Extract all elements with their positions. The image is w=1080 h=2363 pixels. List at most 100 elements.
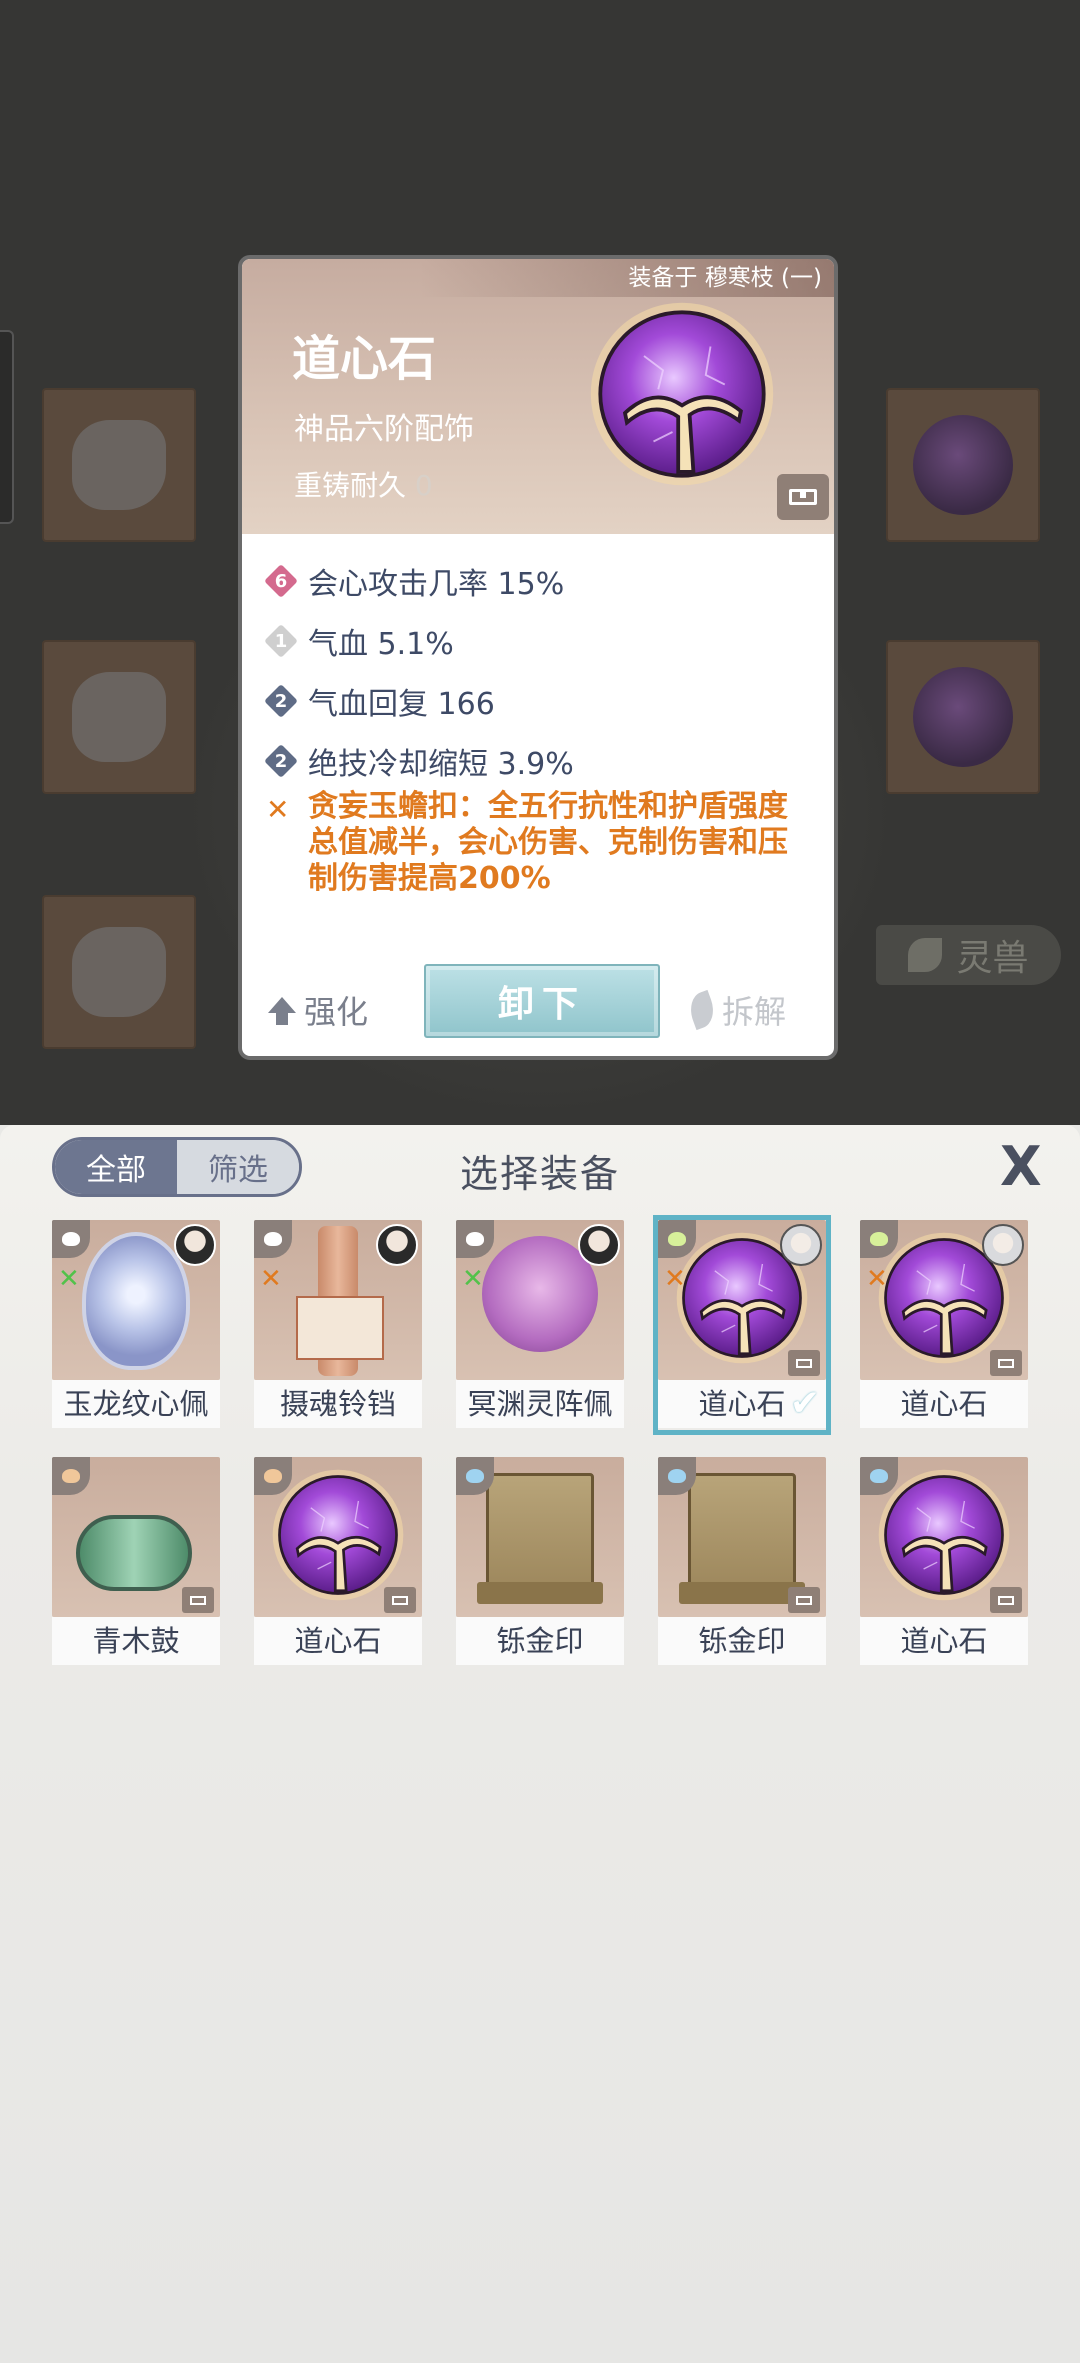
item-art: ✕ xyxy=(456,1220,624,1380)
card-header: 装备于 穆寒枝 (一) 道心石 神品六阶配饰 重铸耐久 0 xyxy=(242,259,834,534)
stat-badge: 2 xyxy=(266,746,296,776)
stat-label: 会心攻击几率 15% xyxy=(308,567,565,602)
bg-equip-slot[interactable] xyxy=(42,640,196,794)
stat-label: 气血回复 166 xyxy=(308,687,495,722)
item-name: 玉龙纹心佩 xyxy=(52,1380,220,1428)
accessory-type-icon xyxy=(254,1220,292,1258)
lock-chest-icon xyxy=(788,1350,820,1376)
item-art: ✕ xyxy=(658,1220,826,1380)
stat-row: 2 绝技冷却缩短 3.9% xyxy=(266,739,574,783)
reforge-value: 0 xyxy=(414,469,433,502)
lock-chest-icon xyxy=(182,1587,214,1613)
item-name: 道心石 xyxy=(254,1617,422,1665)
item-title: 道心石 xyxy=(292,331,437,387)
lock-chest-icon xyxy=(990,1350,1022,1376)
stat-badge: 1 xyxy=(266,626,296,656)
equipment-slot-selected[interactable]: ✕ 道心石 ✔ xyxy=(653,1215,831,1435)
enhance-button[interactable]: 强化 xyxy=(268,987,368,1033)
dao-stone-icon xyxy=(588,300,776,488)
owner-avatar xyxy=(578,1224,620,1266)
dismantle-label: 拆解 xyxy=(722,993,787,1031)
dismantle-button[interactable]: 拆解 xyxy=(684,987,787,1033)
owner-avatar xyxy=(982,1224,1024,1266)
equipment-slot[interactable]: 铄金印 xyxy=(658,1457,826,1667)
bg-equip-slot[interactable] xyxy=(886,640,1040,794)
sheet-title: 选择装备 xyxy=(459,1152,620,1196)
accessory-type-icon xyxy=(52,1457,90,1495)
stat-row: 2 气血回复 166 xyxy=(266,679,495,723)
lock-chest-icon[interactable] xyxy=(777,474,829,520)
spirit-beast-label: 灵兽 xyxy=(956,938,1029,979)
bg-equip-slot[interactable] xyxy=(42,895,196,1049)
card-actions: 强化 卸下 拆解 xyxy=(242,949,834,1056)
bg-equip-slot[interactable] xyxy=(42,388,196,542)
set-bonus-icon: ✕ xyxy=(266,793,290,826)
owner-avatar xyxy=(174,1224,216,1266)
equipment-slot[interactable]: 铄金印 xyxy=(456,1457,624,1667)
item-name: 冥渊灵阵佩 xyxy=(456,1380,624,1428)
green-drum-icon xyxy=(76,1515,192,1591)
set-icon: ✕ xyxy=(866,1264,888,1294)
set-icon: ✕ xyxy=(260,1264,282,1294)
lock-chest-icon xyxy=(990,1587,1022,1613)
close-button[interactable]: X xyxy=(1000,1139,1042,1195)
stat-badge: 2 xyxy=(266,686,296,716)
side-tab[interactable] xyxy=(0,330,14,524)
accessory-type-icon xyxy=(456,1220,494,1258)
arrow-up-icon xyxy=(268,997,296,1025)
owner-avatar xyxy=(780,1224,822,1266)
equipment-slot[interactable]: 道心石 xyxy=(254,1457,422,1667)
lock-chest-icon xyxy=(384,1587,416,1613)
dao-stone-icon xyxy=(271,1468,405,1602)
owner-avatar xyxy=(376,1224,418,1266)
equipment-select-sheet: 全部 筛选 选择装备 X ✕ 玉龙纹心佩 ✕ 摄魂铃铛 ✕ 冥渊灵阵佩 ✕ 道心… xyxy=(0,1125,1080,2363)
set-icon: ✕ xyxy=(462,1264,484,1294)
item-name: 铄金印 xyxy=(456,1617,624,1665)
lock-chest-icon xyxy=(788,1587,820,1613)
stat-row: 6 会心攻击几率 15% xyxy=(266,559,564,603)
item-art xyxy=(860,1457,1028,1617)
enhance-label: 强化 xyxy=(304,993,369,1031)
unequip-button[interactable]: 卸下 xyxy=(424,964,660,1038)
equipment-slot[interactable]: 道心石 xyxy=(860,1457,1028,1667)
item-name: 摄魂铃铛 xyxy=(254,1380,422,1428)
feather-icon xyxy=(684,989,720,1031)
reforge-durability: 重铸耐久 0 xyxy=(294,464,433,504)
item-art: ✕ xyxy=(52,1220,220,1380)
stat-badge: 6 xyxy=(266,566,296,596)
equipment-slot[interactable]: ✕ 冥渊灵阵佩 xyxy=(456,1220,624,1430)
leaf-icon xyxy=(908,938,943,972)
item-name: 道心石 xyxy=(860,1617,1028,1665)
item-art: ✕ xyxy=(254,1220,422,1380)
set-bonus: ✕ 贪妄玉蟾扣：全五行抗性和护盾强度总值减半，会心伤害、克制伤害和压制伤害提高2… xyxy=(266,789,816,897)
item-art xyxy=(658,1457,826,1617)
equipment-slot[interactable]: ✕ 玉龙纹心佩 xyxy=(52,1220,220,1430)
item-name: 铄金印 xyxy=(658,1617,826,1665)
dao-stone-icon xyxy=(877,1468,1011,1602)
spirit-beast-button[interactable]: 灵兽 xyxy=(876,925,1061,985)
item-name: 道心石 xyxy=(860,1380,1028,1428)
bg-equip-slot[interactable] xyxy=(886,388,1040,542)
check-icon: ✔ xyxy=(789,1383,820,1424)
soul-bell-icon xyxy=(296,1226,384,1376)
reforge-label: 重铸耐久 xyxy=(294,469,407,502)
equipped-on-label: 装备于 穆寒枝 (一) xyxy=(242,259,834,297)
stat-row: 1 气血 5.1% xyxy=(266,619,454,663)
jade-pendant-icon xyxy=(82,1232,190,1370)
item-name: 青木鼓 xyxy=(52,1617,220,1665)
item-art xyxy=(254,1457,422,1617)
accessory-type-icon xyxy=(52,1220,90,1258)
equipment-slot[interactable]: 青木鼓 xyxy=(52,1457,220,1667)
stat-label: 气血 5.1% xyxy=(308,627,454,662)
item-art xyxy=(456,1457,624,1617)
set-icon: ✕ xyxy=(664,1264,686,1294)
equipment-slot[interactable]: ✕ 摄魂铃铛 xyxy=(254,1220,422,1430)
equipment-slot[interactable]: ✕ 道心石 xyxy=(860,1220,1028,1430)
item-detail-card: 装备于 穆寒枝 (一) 道心石 神品六阶配饰 重铸耐久 0 6 会心攻击几率 1… xyxy=(238,255,838,1060)
item-art: ✕ xyxy=(860,1220,1028,1380)
item-grade: 神品六阶配饰 xyxy=(294,412,474,447)
stat-label: 绝技冷却缩短 3.9% xyxy=(308,747,574,782)
gold-seal-icon xyxy=(679,1473,805,1604)
item-art xyxy=(52,1457,220,1617)
set-icon: ✕ xyxy=(58,1264,80,1294)
